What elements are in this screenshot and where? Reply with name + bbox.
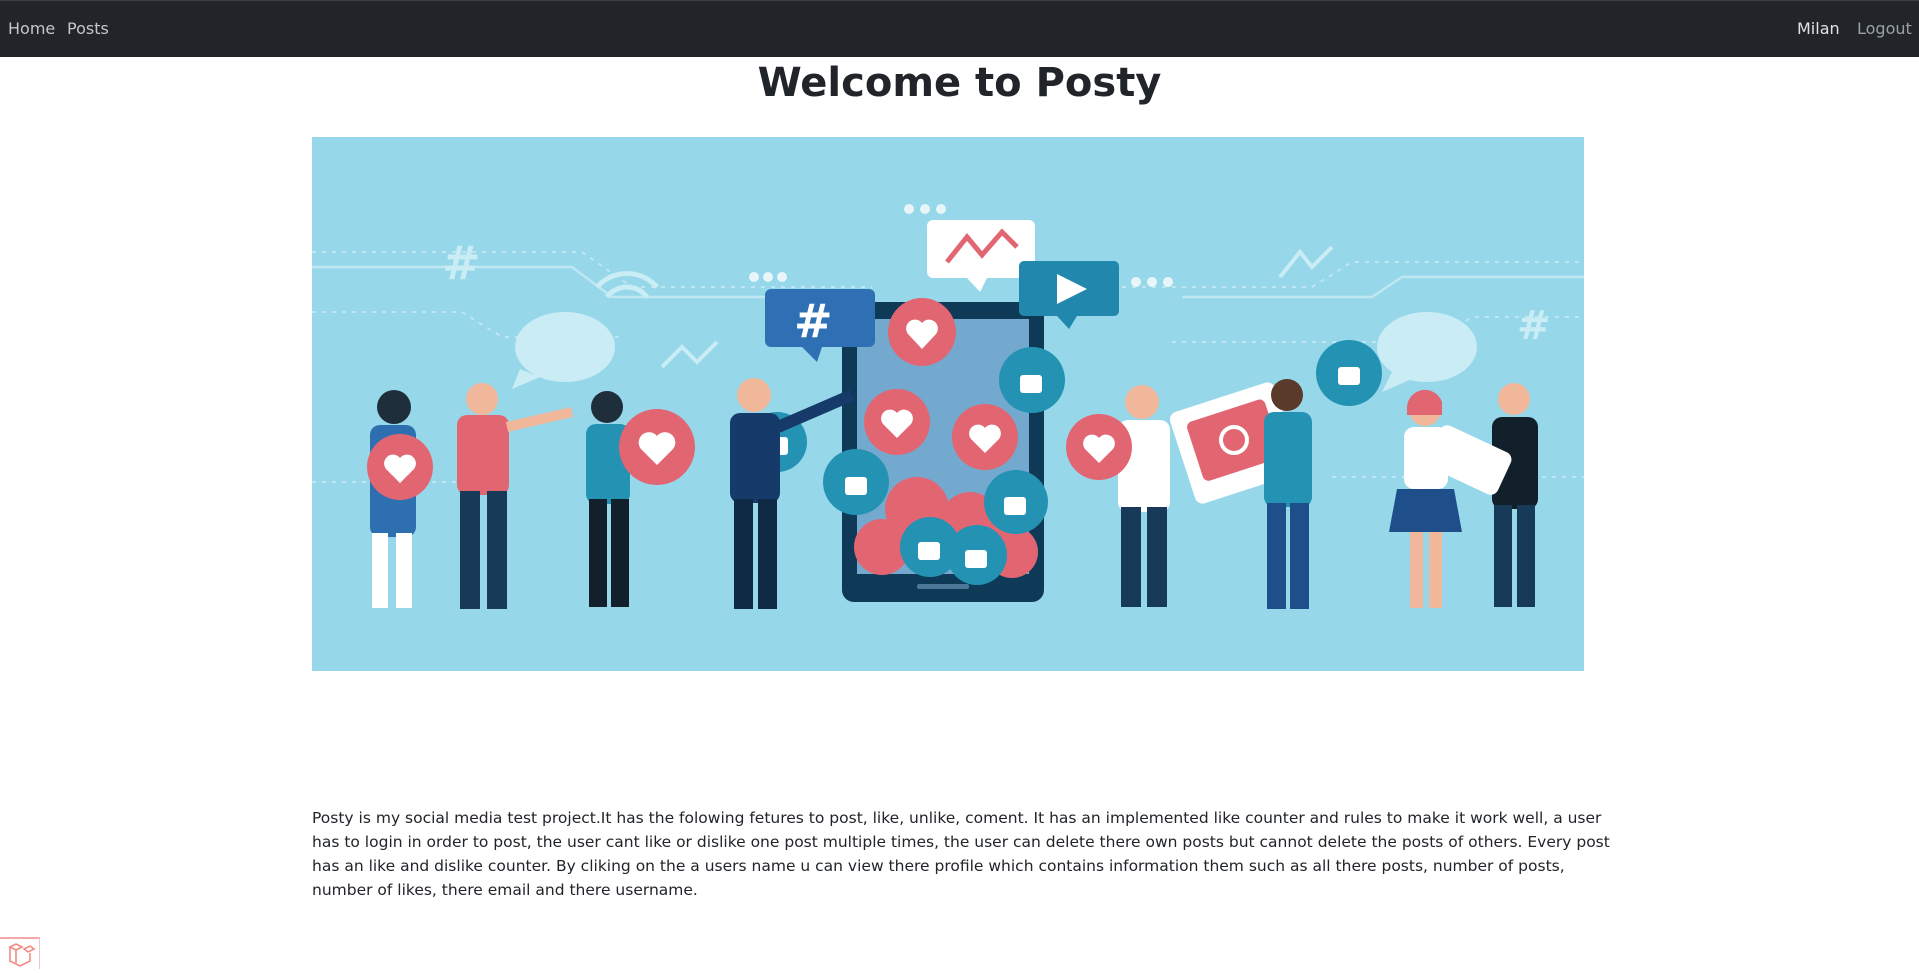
svg-text:#: #	[1517, 303, 1551, 349]
nav-user-name-link[interactable]: Milan	[1797, 19, 1840, 39]
svg-text:#: #	[442, 236, 481, 290]
nav-posts-link[interactable]: Posts	[67, 19, 109, 39]
page-title: Welcome to Posty	[757, 60, 1162, 106]
svg-text:#: #	[794, 294, 833, 348]
hero-illustration: # # #	[312, 137, 1584, 671]
nav-home-link[interactable]: Home	[8, 19, 55, 39]
laravel-logo-icon	[8, 943, 36, 967]
nav-logout-link[interactable]: Logout	[1857, 19, 1912, 39]
laravel-debug-badge[interactable]	[0, 937, 40, 969]
project-description: Posty is my social media test project.It…	[312, 809, 1610, 899]
top-navbar: Home Posts Milan Logout	[0, 0, 1919, 57]
